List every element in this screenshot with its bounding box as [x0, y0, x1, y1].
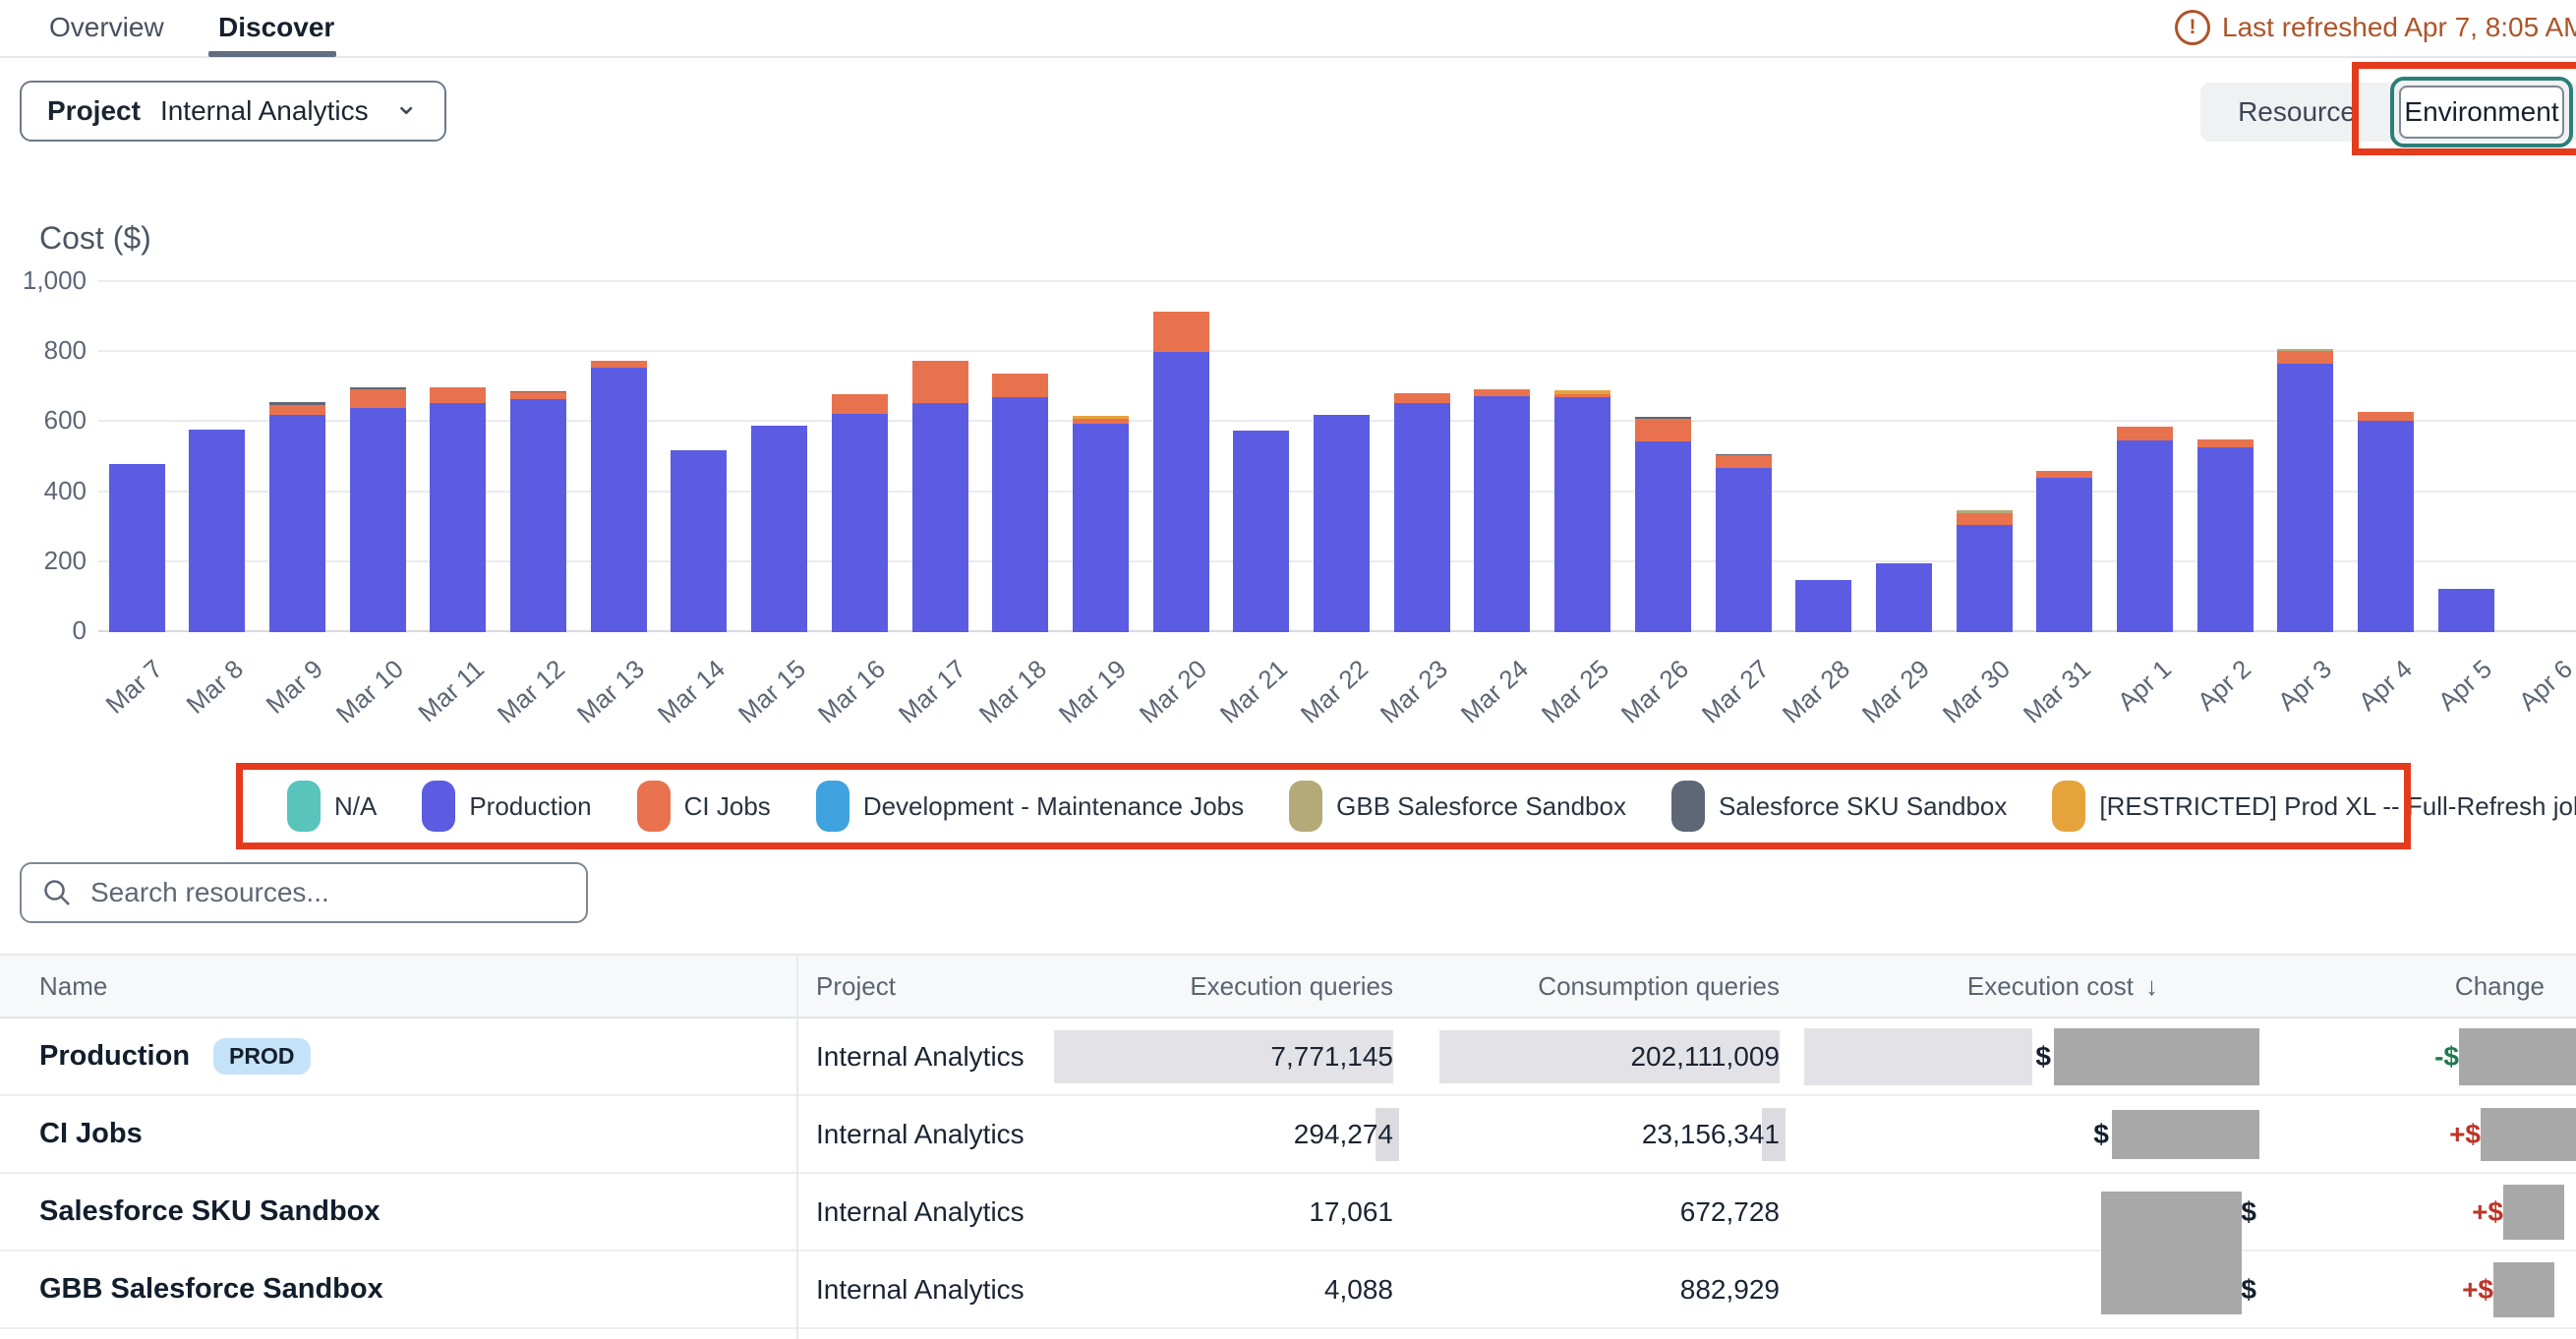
highlight-bar [1804, 1028, 2032, 1085]
column-header-change[interactable]: Change [2289, 956, 2545, 1017]
execution-queries-cell: 17,061 [1054, 1186, 1393, 1239]
change-sign: -$ [2434, 1041, 2459, 1073]
execution-cost-cell: $ [2090, 1096, 2259, 1172]
column-header-name[interactable]: Name [39, 956, 107, 1017]
change-sign: +$ [2462, 1274, 2493, 1306]
execution-cost-cell: $ [1804, 1019, 2259, 1094]
execution-queries-cell: 4,088 [1054, 1263, 1393, 1316]
redaction-box [2503, 1185, 2564, 1240]
prod-badge: PROD [213, 1038, 310, 1075]
resource-name-cell[interactable]: Production PROD [39, 1019, 311, 1094]
table-header: Name Project Execution queries Consumpti… [0, 954, 2576, 1019]
change-cell: +$ [2472, 1174, 2576, 1250]
consumption-queries-cell: 882,929 [1439, 1263, 1780, 1316]
redaction-box [2112, 1110, 2259, 1159]
resource-name: Salesforce SKU Sandbox [39, 1195, 381, 1228]
redaction-box [2481, 1108, 2576, 1161]
column-header-execution-cost[interactable]: Execution cost ↓ [1745, 956, 2158, 1017]
dollar-sign: $ [2090, 1119, 2112, 1150]
execution-queries-cell: 294,274 [1054, 1108, 1393, 1161]
change-cell: +$ [2462, 1252, 2576, 1327]
sort-descending-icon: ↓ [2145, 971, 2158, 1002]
resource-name: GBB Salesforce Sandbox [39, 1273, 383, 1306]
table-body: Production PROD Internal Analytics 7,771,14… [0, 0, 2576, 1339]
project-cell: Internal Analytics [816, 1252, 1025, 1327]
consumption-queries-cell: 23,156,341 [1439, 1108, 1780, 1161]
project-cell: Internal Analytics [816, 1019, 1025, 1094]
consumption-queries-cell: 672,728 [1439, 1186, 1780, 1239]
dollar-sign: $ [2032, 1041, 2054, 1073]
table-row[interactable]: CI Jobs Internal Analytics 294,274 23,156,3… [0, 1096, 2576, 1174]
resource-name: Production [39, 1040, 190, 1073]
consumption-queries-cell: 202,111,009 [1439, 1030, 1780, 1083]
table-row[interactable]: Production PROD Internal Analytics 7,771,14… [0, 1019, 2576, 1096]
change-sign: +$ [2472, 1196, 2503, 1228]
cost-dashboard: { "tabs": {"overview": "Overview", "disc… [0, 0, 2576, 1339]
redaction-box [2493, 1262, 2554, 1317]
column-divider [796, 954, 798, 1339]
change-sign: +$ [2449, 1119, 2481, 1150]
redaction-box [2054, 1028, 2259, 1085]
resource-name-cell[interactable]: Salesforce SKU Sandbox [39, 1174, 381, 1250]
change-cell: +$ [2449, 1096, 2576, 1172]
project-cell: Internal Analytics [816, 1096, 1025, 1172]
column-header-project[interactable]: Project [816, 956, 896, 1017]
execution-cost-label: Execution cost [1967, 971, 2134, 1002]
redaction-box [2459, 1028, 2576, 1085]
redaction-box [2101, 1192, 2242, 1314]
resource-name-cell[interactable]: CI Jobs [39, 1096, 143, 1172]
resource-name: CI Jobs [39, 1118, 143, 1150]
column-header-consumption-queries[interactable]: Consumption queries [1386, 956, 1780, 1017]
column-header-execution-queries[interactable]: Execution queries [1000, 956, 1393, 1017]
change-cell: -$ [2434, 1019, 2576, 1094]
project-cell: Internal Analytics [816, 1174, 1025, 1250]
execution-queries-cell: 7,771,145 [1054, 1030, 1393, 1083]
resource-name-cell[interactable]: GBB Salesforce Sandbox [39, 1252, 383, 1327]
